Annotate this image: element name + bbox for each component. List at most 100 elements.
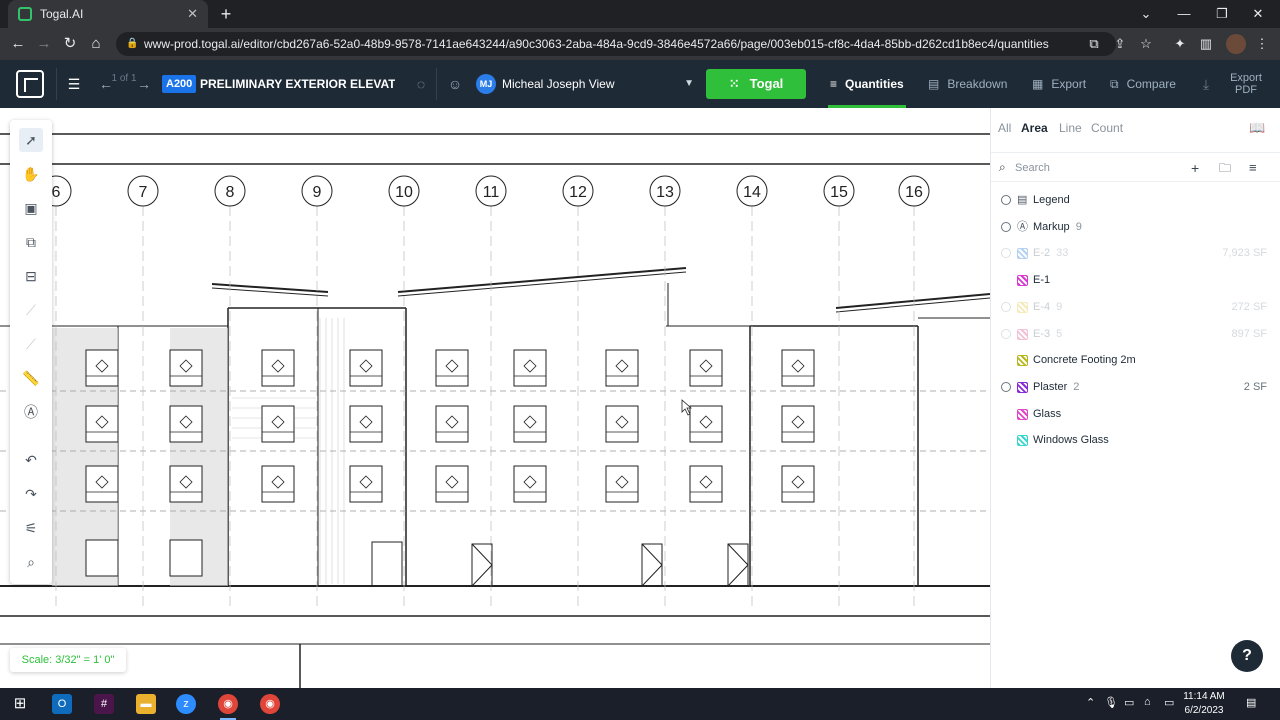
chrome-profile-icon[interactable]: ◉ xyxy=(260,694,280,714)
visibility-toggle[interactable] xyxy=(1001,301,1011,312)
filter-area[interactable]: Area xyxy=(1021,121,1048,135)
windows-start-icon[interactable]: ⊞ xyxy=(10,694,30,714)
tray-chevron-icon[interactable]: ⌃ xyxy=(1086,696,1095,709)
classification-row[interactable]: Ⓐ Markup 9 xyxy=(991,214,1280,240)
ruler-icon[interactable]: 📏 xyxy=(19,366,43,390)
display-icon[interactable]: ▭ xyxy=(1124,696,1134,709)
search-input[interactable] xyxy=(1015,158,1175,178)
page-navigator[interactable]: ← 1 of 1 → xyxy=(96,70,152,98)
classification-row[interactable]: E-2 33 7,923 SF xyxy=(991,240,1280,266)
tab-compare[interactable]: ⧉ Compare xyxy=(1110,60,1176,108)
outlook-icon[interactable]: O xyxy=(52,694,72,714)
polyline-tool-icon[interactable]: ⟋ xyxy=(19,332,43,356)
color-swatch[interactable] xyxy=(1017,248,1028,260)
back-icon[interactable]: ← xyxy=(8,34,28,54)
classification-row[interactable]: Plaster 2 2 SF xyxy=(991,374,1280,400)
install-app-icon[interactable]: ⧉ xyxy=(1084,34,1104,54)
next-page-icon[interactable]: → xyxy=(134,74,154,94)
search-icon[interactable]: ⌕ xyxy=(19,550,43,574)
visibility-toggle[interactable] xyxy=(1001,328,1011,339)
sheet-status-check-icon[interactable]: ◌ xyxy=(411,74,431,94)
window xyxy=(349,349,383,387)
minimize-icon[interactable]: — xyxy=(1174,4,1194,24)
sheet-title[interactable]: PRELIMINARY EXTERIOR ELEVATIO... xyxy=(200,74,395,94)
browser-toolbar: ← → ↻ ⌂ 🔒 www-prod.togal.ai/editor/cbd26… xyxy=(0,28,1280,60)
clock[interactable]: 11:14 AM 6/2/2023 xyxy=(1180,690,1228,718)
visibility-toggle[interactable] xyxy=(1001,195,1011,205)
microphone-icon[interactable]: 🎙 xyxy=(1104,696,1118,709)
select-tool-icon[interactable]: ➚ xyxy=(19,128,43,152)
line-tool-icon[interactable]: ⟋ xyxy=(19,298,43,322)
classification-row[interactable]: Glass xyxy=(991,401,1280,427)
classification-quantity: 7,923 SF xyxy=(1222,247,1267,260)
lock-icon: 🔒 xyxy=(126,38,139,49)
profile-avatar[interactable] xyxy=(1226,34,1246,54)
address-bar[interactable]: 🔒 www-prod.togal.ai/editor/cbd267a6-52a0… xyxy=(116,32,1116,56)
annotate-icon[interactable]: Ⓐ xyxy=(19,400,43,424)
tab-export[interactable]: ▦ Export xyxy=(1032,60,1086,108)
classification-row[interactable]: E-1 xyxy=(991,267,1280,293)
export-pdf-button[interactable]: Export PDF xyxy=(1228,72,1264,96)
new-tab-icon[interactable]: + xyxy=(216,4,236,24)
area-tool-icon[interactable]: ▣ xyxy=(19,196,43,220)
battery-icon[interactable]: ▭ xyxy=(1164,696,1174,709)
book-icon[interactable]: 📖 xyxy=(1249,120,1265,136)
color-swatch[interactable] xyxy=(1017,435,1028,447)
filter-line[interactable]: Line xyxy=(1059,121,1082,135)
close-tab-icon[interactable]: ✕ xyxy=(187,6,198,22)
chrome-icon[interactable]: ◉ xyxy=(218,694,238,720)
reload-icon[interactable]: ↻ xyxy=(60,34,80,54)
tab-quantities[interactable]: ≡ Quantities xyxy=(828,60,906,108)
slack-icon[interactable]: # xyxy=(94,694,114,714)
settings-sliders-icon[interactable]: ⚟ xyxy=(19,516,43,540)
folder-icon[interactable]: 🗀 xyxy=(1219,160,1231,176)
drawing-canvas[interactable]: 6 7 8 9 10 11 12 13 14 15 16 xyxy=(0,108,990,688)
hamburger-menu-icon[interactable]: ☰ xyxy=(64,74,84,94)
copy-area-icon[interactable]: ⧉ xyxy=(19,230,43,254)
maximize-icon[interactable]: ❐ xyxy=(1212,4,1232,24)
color-swatch[interactable] xyxy=(1017,301,1028,313)
cut-area-icon[interactable]: ⊟ xyxy=(19,264,43,288)
share-icon[interactable]: ⇪ xyxy=(1110,34,1130,54)
color-swatch[interactable] xyxy=(1017,275,1028,287)
filter-icon[interactable]: ≡ xyxy=(1249,160,1257,176)
side-panel-icon[interactable]: ▥ xyxy=(1196,34,1216,54)
color-swatch[interactable] xyxy=(1017,381,1028,393)
tab-breakdown[interactable]: ▤ Breakdown xyxy=(928,60,1007,108)
browser-menu-icon[interactable]: ⋮ xyxy=(1252,34,1272,54)
classification-row[interactable]: ▤ Legend xyxy=(991,187,1280,213)
file-explorer-icon[interactable]: ▬ xyxy=(136,694,156,714)
bookmark-star-icon[interactable]: ☆ xyxy=(1136,34,1156,54)
classification-row[interactable]: Windows Glass xyxy=(991,427,1280,453)
color-swatch[interactable] xyxy=(1017,328,1028,340)
visibility-toggle[interactable] xyxy=(1001,221,1011,232)
add-icon[interactable]: + xyxy=(1191,160,1199,176)
visibility-toggle[interactable] xyxy=(1001,381,1011,392)
home-icon[interactable]: ⌂ xyxy=(86,34,106,54)
forward-icon[interactable]: → xyxy=(34,34,54,54)
network-icon[interactable]: ⌂ xyxy=(1144,696,1151,708)
togal-button[interactable]: ⁙ Togal xyxy=(706,69,806,99)
user-view-icon[interactable]: ☺ xyxy=(445,74,465,94)
zoom-icon[interactable]: z xyxy=(176,694,196,714)
color-swatch[interactable] xyxy=(1017,408,1028,420)
redo-icon[interactable]: ↷ xyxy=(19,482,43,506)
color-swatch[interactable] xyxy=(1017,355,1028,367)
date: 6/2/2023 xyxy=(1184,705,1224,716)
view-selector[interactable]: MJ Micheal Joseph View ▼ xyxy=(474,72,702,96)
togal-logo-icon[interactable] xyxy=(16,70,44,98)
visibility-toggle[interactable] xyxy=(1001,248,1011,259)
tab-search-chevron-icon[interactable]: ⌄ xyxy=(1136,4,1156,24)
notifications-icon[interactable]: ▤ xyxy=(1246,696,1256,709)
classification-row[interactable]: Concrete Footing 2m xyxy=(991,347,1280,373)
filter-count[interactable]: Count xyxy=(1091,121,1123,135)
classification-row[interactable]: E-3 5 897 SF xyxy=(991,321,1280,347)
undo-icon[interactable]: ↶ xyxy=(19,448,43,472)
pan-hand-icon[interactable]: ✋ xyxy=(19,162,43,186)
classification-row[interactable]: E-4 9 272 SF xyxy=(991,294,1280,320)
filter-all[interactable]: All xyxy=(998,121,1011,135)
browser-tab[interactable]: Togal.AI ✕ xyxy=(8,0,208,28)
help-button[interactable]: ? xyxy=(1231,640,1263,672)
extensions-puzzle-icon[interactable]: ✦ xyxy=(1170,34,1190,54)
close-window-icon[interactable]: ✕ xyxy=(1248,4,1268,24)
